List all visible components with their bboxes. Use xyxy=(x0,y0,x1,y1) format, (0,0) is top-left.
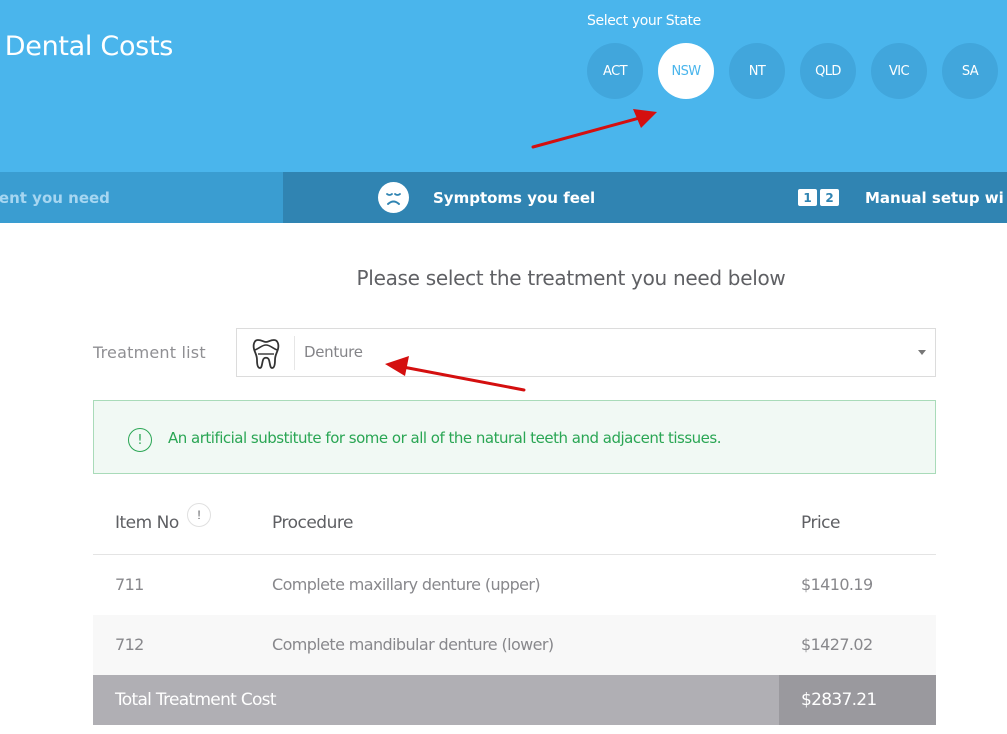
state-vic[interactable]: VIC xyxy=(871,43,927,99)
procedure-cell: Complete mandibular denture (lower) xyxy=(272,635,554,654)
treatment-select[interactable]: Denture xyxy=(236,328,936,377)
column-header-procedure: Procedure xyxy=(272,513,353,533)
item-no-cell: 711 xyxy=(115,575,144,594)
tab-treatment[interactable]: atment you need xyxy=(0,172,283,223)
site-title-text: Dental Costs xyxy=(4,31,174,62)
state-act[interactable]: ACT xyxy=(587,43,643,99)
column-header-item-no: Item No xyxy=(115,513,179,533)
state-label: Select your State xyxy=(587,13,701,29)
select-divider xyxy=(294,336,295,370)
item-no-cell: 712 xyxy=(115,635,144,654)
state-nsw[interactable]: NSW xyxy=(658,43,714,99)
price-cell: $1427.02 xyxy=(801,635,873,654)
tab-bar: atment you need Symptoms you feel 1 2 Ma… xyxy=(0,172,1007,223)
tab-manual-label: Manual setup wi xyxy=(865,188,1004,207)
state-nt[interactable]: NT xyxy=(729,43,785,99)
treatment-select-value: Denture xyxy=(304,343,363,361)
tab-treatment-label: atment you need xyxy=(0,188,110,207)
total-value: $2837.21 xyxy=(779,675,936,725)
tab-symptoms-label: Symptoms you feel xyxy=(433,188,596,207)
state-qld[interactable]: QLD xyxy=(800,43,856,99)
digit-2: 2 xyxy=(820,189,839,206)
state-sa[interactable]: SA xyxy=(942,43,998,99)
column-header-price: Price xyxy=(801,513,840,533)
tooth-icon xyxy=(250,336,282,370)
page-subtitle: Please select the treatment you need bel… xyxy=(356,266,786,290)
header: › Dental Costs Select your State ACT NSW… xyxy=(0,0,1007,172)
sad-face-icon xyxy=(378,182,409,213)
treatment-description-alert: ! An artificial substitute for some or a… xyxy=(93,400,936,474)
procedure-cell: Complete maxillary denture (upper) xyxy=(272,575,541,594)
info-help-icon[interactable]: ! xyxy=(187,503,211,527)
table-row: 711 Complete maxillary denture (upper) $… xyxy=(93,555,936,615)
price-cell: $1410.19 xyxy=(801,575,873,594)
chevron-down-icon[interactable] xyxy=(918,350,926,355)
treatment-description-text: An artificial substitute for some or all… xyxy=(168,429,722,447)
table-header: Item No ! Procedure Price xyxy=(93,493,936,555)
treatment-list-label: Treatment list xyxy=(93,343,206,362)
tab-manual-setup[interactable]: 1 2 Manual setup wi xyxy=(783,172,1007,223)
table-row: 712 Complete mandibular denture (lower) … xyxy=(93,615,936,675)
cost-table: Item No ! Procedure Price 711 Complete m… xyxy=(93,493,936,725)
site-title: › Dental Costs xyxy=(0,31,174,62)
total-label: Total Treatment Cost xyxy=(115,690,277,710)
total-row: Total Treatment Cost $2837.21 xyxy=(93,675,936,725)
digit-1: 1 xyxy=(798,189,817,206)
numbers-1-2-icon: 1 2 xyxy=(798,189,839,206)
tab-symptoms[interactable]: Symptoms you feel xyxy=(283,172,783,223)
exclamation-circle-icon: ! xyxy=(128,428,152,452)
state-selector: ACT NSW NT QLD VIC SA xyxy=(587,43,998,99)
